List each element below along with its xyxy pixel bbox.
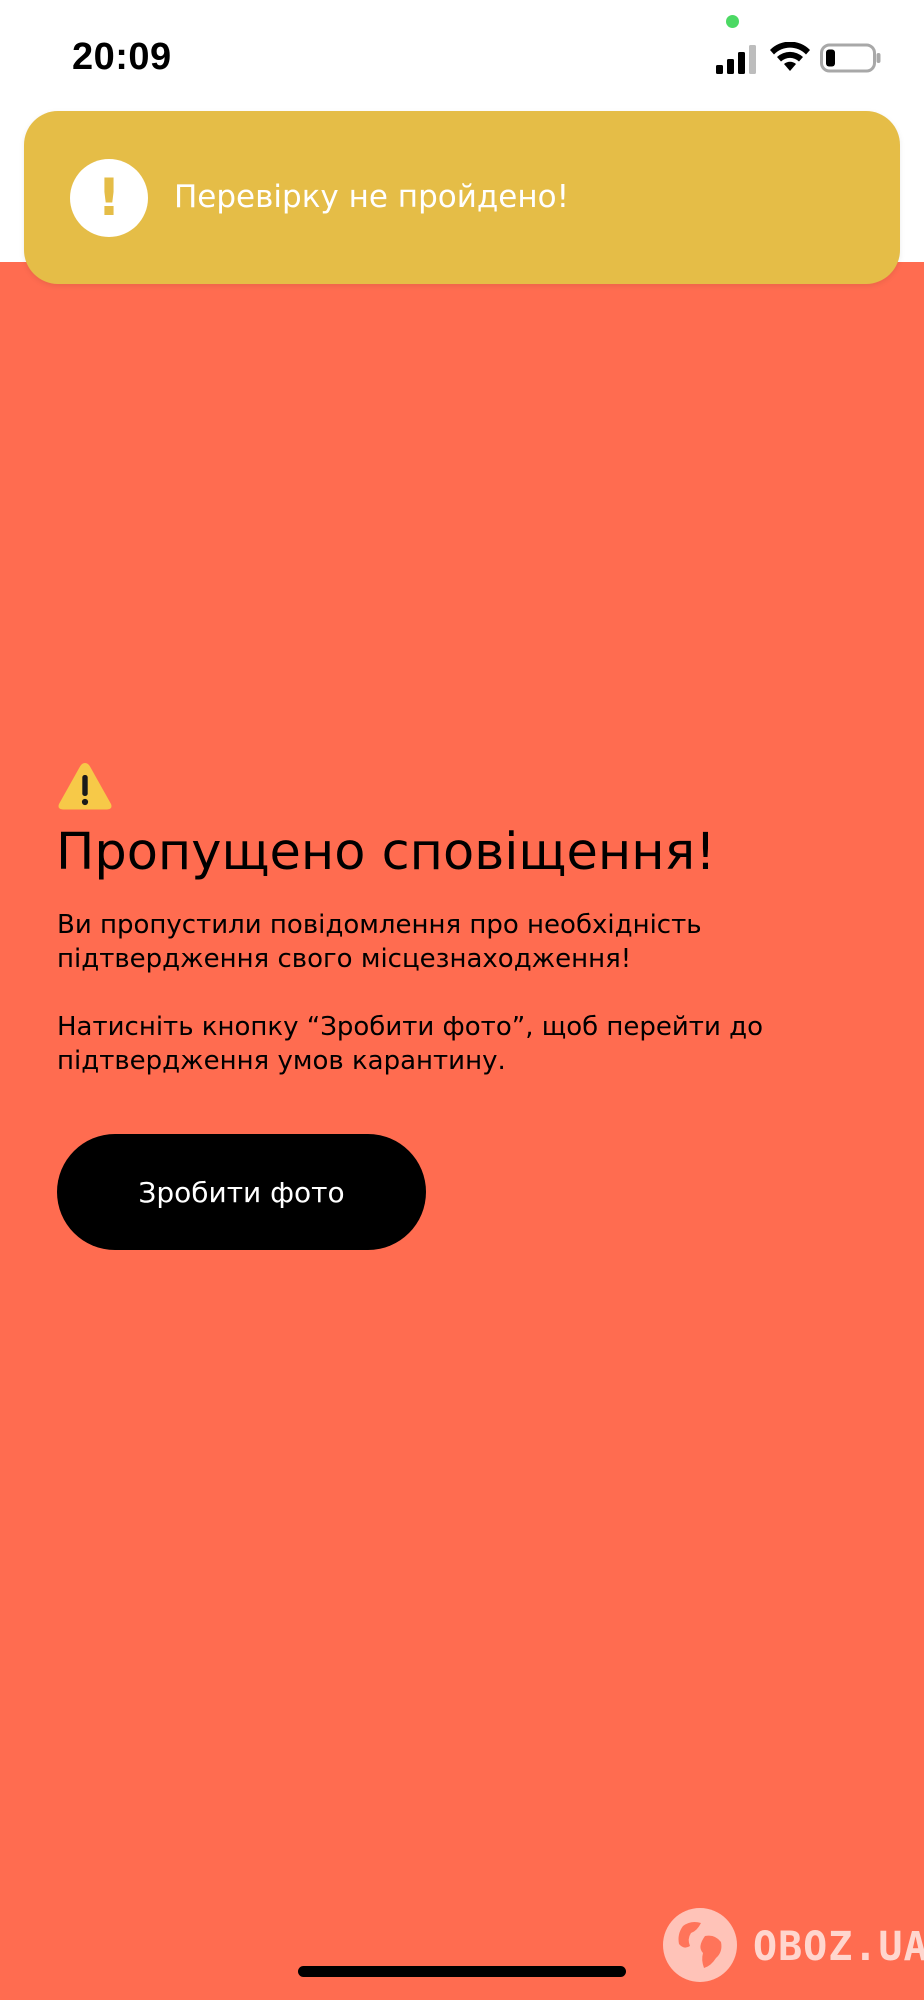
instruction-text: Натисніть кнопку “Зробити фото”, щоб пер… <box>57 1012 763 1076</box>
status-time: 20:09 <box>72 36 172 78</box>
page-title: Пропущено сповіщення! <box>56 823 716 882</box>
wifi-icon <box>770 42 810 71</box>
battery-icon <box>820 43 881 73</box>
take-photo-button[interactable]: Зробити фото <box>57 1134 426 1250</box>
exclamation-circle-icon: ! <box>70 159 148 237</box>
home-indicator[interactable] <box>298 1966 626 1977</box>
privacy-indicator-dot <box>726 15 739 28</box>
cellular-signal-icon <box>716 45 756 74</box>
watermark: OBOZ.UA <box>661 1906 924 1986</box>
watermark-text: OBOZ.UA <box>753 1924 924 1970</box>
banner-message: Перевірку не пройдено! <box>174 179 570 215</box>
warning-triangle-icon <box>58 763 112 810</box>
missed-notification-text: Ви пропустили повідомлення про необхідні… <box>57 910 702 974</box>
globe-icon <box>663 1908 737 1982</box>
notification-banner[interactable]: ! Перевірку не пройдено! <box>24 111 900 284</box>
